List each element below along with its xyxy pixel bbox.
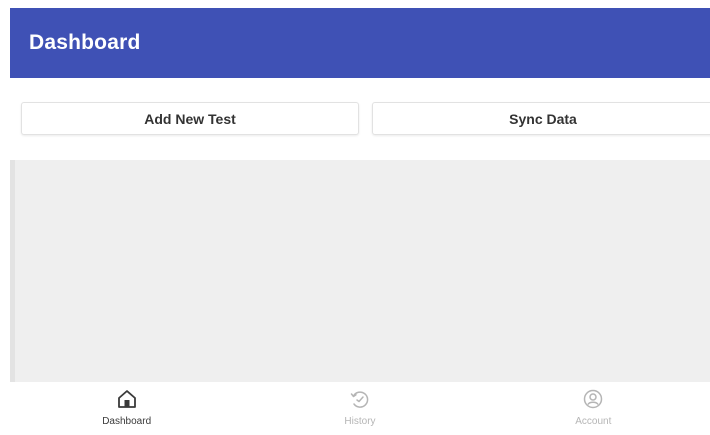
bottom-navigation: Dashboard History Account xyxy=(10,382,710,435)
page-title: Dashboard xyxy=(29,31,141,54)
action-bar: Add New Test Sync Data xyxy=(10,78,710,158)
account-icon xyxy=(584,389,603,409)
dashboard-content-area[interactable] xyxy=(10,160,710,382)
app-bar: Dashboard xyxy=(10,8,710,78)
nav-label-dashboard: Dashboard xyxy=(102,416,152,427)
nav-label-history: History xyxy=(344,416,376,427)
nav-label-account: Account xyxy=(575,416,612,427)
content-divider xyxy=(10,160,15,382)
dashboard-screen: Dashboard Add New Test Sync Data Dashboa… xyxy=(0,0,710,435)
sync-data-button[interactable]: Sync Data xyxy=(372,102,710,135)
history-icon xyxy=(350,391,369,408)
nav-item-history[interactable]: History xyxy=(243,382,476,435)
nav-item-account[interactable]: Account xyxy=(477,382,710,435)
home-icon xyxy=(117,390,136,408)
nav-item-dashboard[interactable]: Dashboard xyxy=(10,382,243,435)
add-new-test-button[interactable]: Add New Test xyxy=(21,102,359,135)
